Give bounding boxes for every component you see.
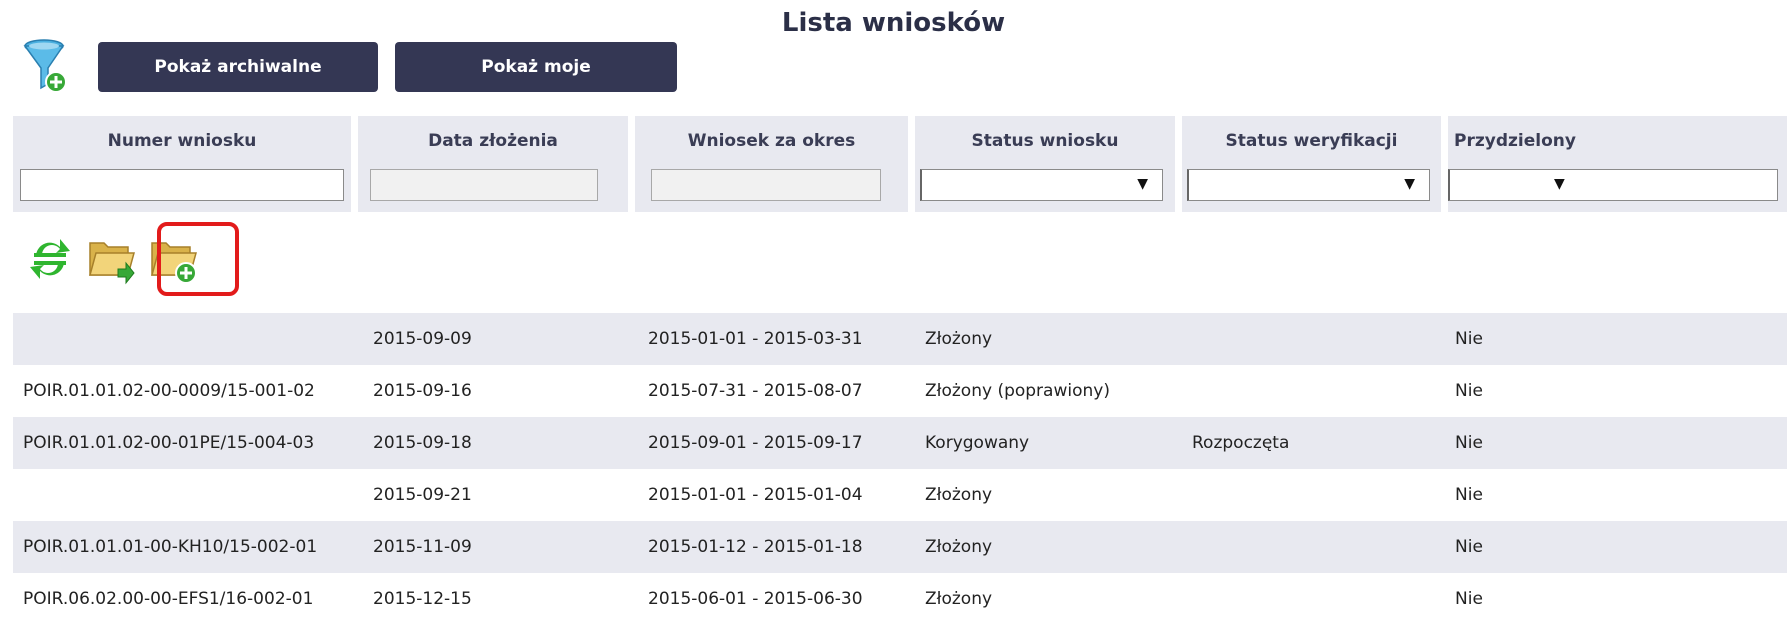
cell-data: 2015-11-09 (373, 537, 472, 557)
page-title: Lista wniosków (781, 8, 1006, 38)
column-header-data: Data złożenia (358, 116, 628, 212)
weryfikacja-filter-select[interactable]: ▼ (1187, 169, 1430, 201)
column-header-status: Status wniosku ▼ (915, 116, 1175, 212)
cell-status: Złożony (925, 589, 993, 609)
column-header-przydzielony: Przydzielony ▼ (1448, 116, 1787, 212)
cell-przydzielony: Nie (1455, 433, 1483, 453)
cell-okres: 2015-06-01 - 2015-06-30 (648, 589, 863, 609)
dropdown-arrow-icon: ▼ (1554, 176, 1565, 192)
cell-okres: 2015-01-12 - 2015-01-18 (648, 537, 863, 557)
column-label: Wniosek za okres (687, 131, 856, 151)
column-label: Przydzielony (1454, 131, 1576, 151)
cell-data: 2015-09-09 (373, 329, 472, 349)
column-label: Status wniosku (971, 131, 1119, 151)
column-header-weryfikacja: Status weryfikacji ▼ (1182, 116, 1441, 212)
cell-status: Korygowany (925, 433, 1030, 453)
table-row[interactable]: 2015-09-09 2015-01-01 - 2015-03-31 Złożo… (13, 313, 1787, 365)
table-row[interactable]: POIR.01.01.02-00-0009/15-001-02 2015-09-… (13, 365, 1787, 417)
cell-status: Złożony (925, 329, 993, 349)
highlight-frame (157, 222, 239, 296)
cell-przydzielony: Nie (1455, 381, 1483, 401)
cell-numer: POIR.01.01.02-00-01PE/15-004-03 (23, 433, 315, 453)
dropdown-arrow-icon: ▼ (1404, 176, 1415, 192)
cell-przydzielony: Nie (1455, 589, 1483, 609)
filter-header: Numer wniosku Data złożenia Wniosek za o… (13, 116, 1787, 212)
table-row[interactable]: POIR.01.01.01-00-KH10/15-002-01 2015-11-… (13, 521, 1787, 573)
column-label: Numer wniosku (107, 131, 257, 151)
cell-numer: POIR.01.01.01-00-KH10/15-002-01 (23, 537, 318, 557)
cell-numer: POIR.06.02.00-00-EFS1/16-002-01 (23, 589, 314, 609)
table-row[interactable]: 2015-09-21 2015-01-01 - 2015-01-04 Złożo… (13, 469, 1787, 521)
column-label: Status weryfikacji (1225, 131, 1398, 151)
numer-filter-input[interactable] (20, 169, 344, 201)
cell-status: Złożony (poprawiony) (925, 381, 1110, 401)
cell-przydzielony: Nie (1455, 329, 1483, 349)
table-row[interactable]: POIR.06.02.00-00-EFS1/16-002-01 2015-12-… (13, 573, 1787, 625)
cell-data: 2015-09-18 (373, 433, 472, 453)
status-filter-select[interactable]: ▼ (920, 169, 1163, 201)
refresh-icon[interactable] (28, 235, 72, 287)
cell-numer: POIR.01.01.02-00-0009/15-001-02 (23, 381, 315, 401)
cell-okres: 2015-01-01 - 2015-03-31 (648, 329, 863, 349)
funnel-add-icon[interactable] (22, 38, 70, 96)
column-label: Data złożenia (428, 131, 558, 151)
cell-data: 2015-09-21 (373, 485, 472, 505)
cell-data: 2015-09-16 (373, 381, 472, 401)
show-mine-button[interactable]: Pokaż moje (395, 42, 677, 92)
column-header-okres: Wniosek za okres (635, 116, 908, 212)
cell-status: Złożony (925, 485, 993, 505)
column-header-numer: Numer wniosku (13, 116, 351, 212)
cell-data: 2015-12-15 (373, 589, 472, 609)
cell-przydzielony: Nie (1455, 537, 1483, 557)
table-row[interactable]: POIR.01.01.02-00-01PE/15-004-03 2015-09-… (13, 417, 1787, 469)
cell-przydzielony: Nie (1455, 485, 1483, 505)
okres-filter-input[interactable] (651, 169, 881, 201)
dropdown-arrow-icon: ▼ (1137, 176, 1148, 192)
cell-status: Złożony (925, 537, 993, 557)
przydzielony-filter-select[interactable]: ▼ (1448, 169, 1778, 201)
cell-okres: 2015-01-01 - 2015-01-04 (648, 485, 863, 505)
show-archived-button[interactable]: Pokaż archiwalne (98, 42, 378, 92)
data-filter-input[interactable] (370, 169, 598, 201)
cell-okres: 2015-09-01 - 2015-09-17 (648, 433, 863, 453)
cell-okres: 2015-07-31 - 2015-08-07 (648, 381, 863, 401)
folder-open-icon[interactable] (88, 235, 136, 289)
cell-weryfikacja: Rozpoczęta (1192, 433, 1290, 453)
